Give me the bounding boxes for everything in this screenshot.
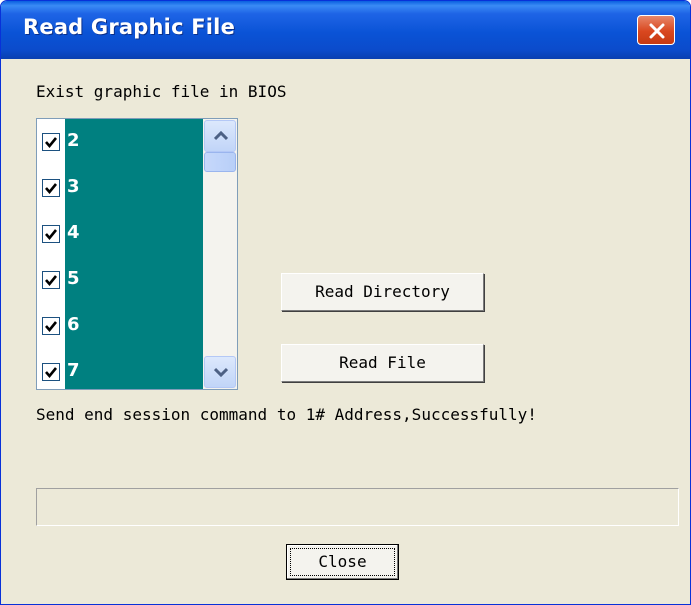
read-file-button[interactable]: Read File — [281, 344, 484, 382]
checkmark-icon — [45, 183, 58, 195]
list-scrollbar[interactable] — [203, 119, 237, 389]
item-label[interactable]: 6 — [65, 303, 203, 349]
list-item[interactable]: 7 — [37, 349, 203, 389]
checkmark-icon — [45, 275, 58, 287]
progress-bar — [36, 488, 679, 526]
item-checkbox[interactable] — [42, 271, 60, 289]
checkmark-icon — [45, 229, 58, 241]
checkmark-icon — [45, 367, 58, 379]
item-label-text: 6 — [67, 314, 80, 335]
list-item[interactable]: 6 — [37, 303, 203, 349]
item-label[interactable]: 7 — [65, 349, 203, 389]
item-checkbox[interactable] — [42, 225, 60, 243]
read-directory-button[interactable]: Read Directory — [281, 273, 484, 311]
item-label-text: 3 — [67, 176, 80, 197]
status-message: Send end session command to 1# Address,S… — [36, 405, 537, 424]
title-bar[interactable]: Read Graphic File — [1, 1, 690, 59]
scroll-down-button[interactable] — [204, 356, 236, 388]
scroll-thumb[interactable] — [204, 152, 236, 172]
checkmark-icon — [45, 321, 58, 333]
list-item[interactable]: 2 — [37, 119, 203, 165]
list-item[interactable]: 4 — [37, 211, 203, 257]
item-checkbox[interactable] — [42, 133, 60, 151]
item-checkbox[interactable] — [42, 317, 60, 335]
checkmark-icon — [45, 137, 58, 149]
graphic-file-list[interactable]: 2 3 4 5 6 7 — [36, 118, 238, 390]
item-label[interactable]: 2 — [65, 119, 203, 165]
item-label[interactable]: 4 — [65, 211, 203, 257]
item-label[interactable]: 3 — [65, 165, 203, 211]
chevron-down-icon — [214, 367, 228, 377]
item-label-text: 5 — [67, 268, 80, 289]
focus-rectangle — [290, 548, 395, 576]
scroll-up-button[interactable] — [204, 120, 236, 152]
close-icon — [649, 23, 665, 39]
chevron-up-icon — [214, 131, 228, 141]
list-item[interactable]: 5 — [37, 257, 203, 303]
read-graphic-file-dialog: Read Graphic File Exist graphic file in … — [0, 0, 691, 605]
item-label-text: 7 — [67, 360, 80, 381]
window-title: Read Graphic File — [23, 15, 236, 39]
item-checkbox[interactable] — [42, 179, 60, 197]
list-label: Exist graphic file in BIOS — [36, 82, 287, 101]
item-checkbox[interactable] — [42, 363, 60, 381]
list-item[interactable]: 3 — [37, 165, 203, 211]
item-label-text: 2 — [67, 130, 80, 151]
item-label-text: 4 — [67, 222, 80, 243]
close-button[interactable]: Close — [286, 544, 399, 580]
window-close-button[interactable] — [637, 15, 675, 45]
item-label[interactable]: 5 — [65, 257, 203, 303]
